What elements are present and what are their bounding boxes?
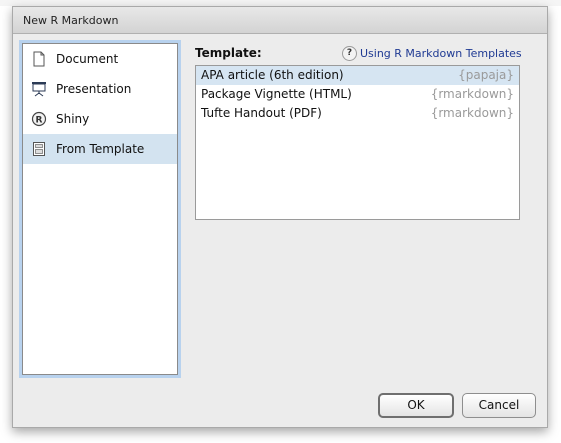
document-icon [31,51,47,67]
template-package: {rmarkdown} [430,106,514,120]
sidebar-item-label: Presentation [56,82,132,96]
template-package: {rmarkdown} [430,87,514,101]
sidebar-item-label: From Template [56,142,145,156]
template-package: {papaja} [458,68,514,82]
svg-text:R: R [36,116,43,126]
template-name: APA article (6th edition) [201,68,344,82]
template-icon [31,141,47,157]
presentation-icon [31,81,47,97]
sidebar-item-label: Shiny [56,112,90,126]
shiny-icon: R [31,111,47,127]
using-templates-link[interactable]: Using R Markdown Templates [360,47,522,60]
ok-button[interactable]: OK [378,393,454,418]
sidebar-item-from-template[interactable]: From Template [23,134,177,164]
template-row[interactable]: Tufte Handout (PDF) {rmarkdown} [196,104,519,123]
question-icon[interactable]: ? [342,46,357,61]
template-row[interactable]: Package Vignette (HTML) {rmarkdown} [196,85,519,104]
template-list[interactable]: APA article (6th edition) {papaja} Packa… [195,65,520,220]
new-r-markdown-dialog: New R Markdown Document Presentation R S… [12,6,548,428]
format-sidebar: Document Presentation R Shiny From Templ… [22,43,178,375]
sidebar-item-shiny[interactable]: R Shiny [23,104,177,134]
template-row[interactable]: APA article (6th edition) {papaja} [196,66,519,85]
sidebar-item-document[interactable]: Document [23,44,177,74]
sidebar-item-presentation[interactable]: Presentation [23,74,177,104]
title-bar[interactable]: New R Markdown [13,7,547,34]
dialog-title: New R Markdown [23,14,119,27]
template-name: Package Vignette (HTML) [201,87,352,101]
template-name: Tufte Handout (PDF) [201,106,322,120]
cancel-button[interactable]: Cancel [462,393,536,418]
template-heading: Template: [195,46,262,60]
sidebar-item-label: Document [56,52,119,66]
